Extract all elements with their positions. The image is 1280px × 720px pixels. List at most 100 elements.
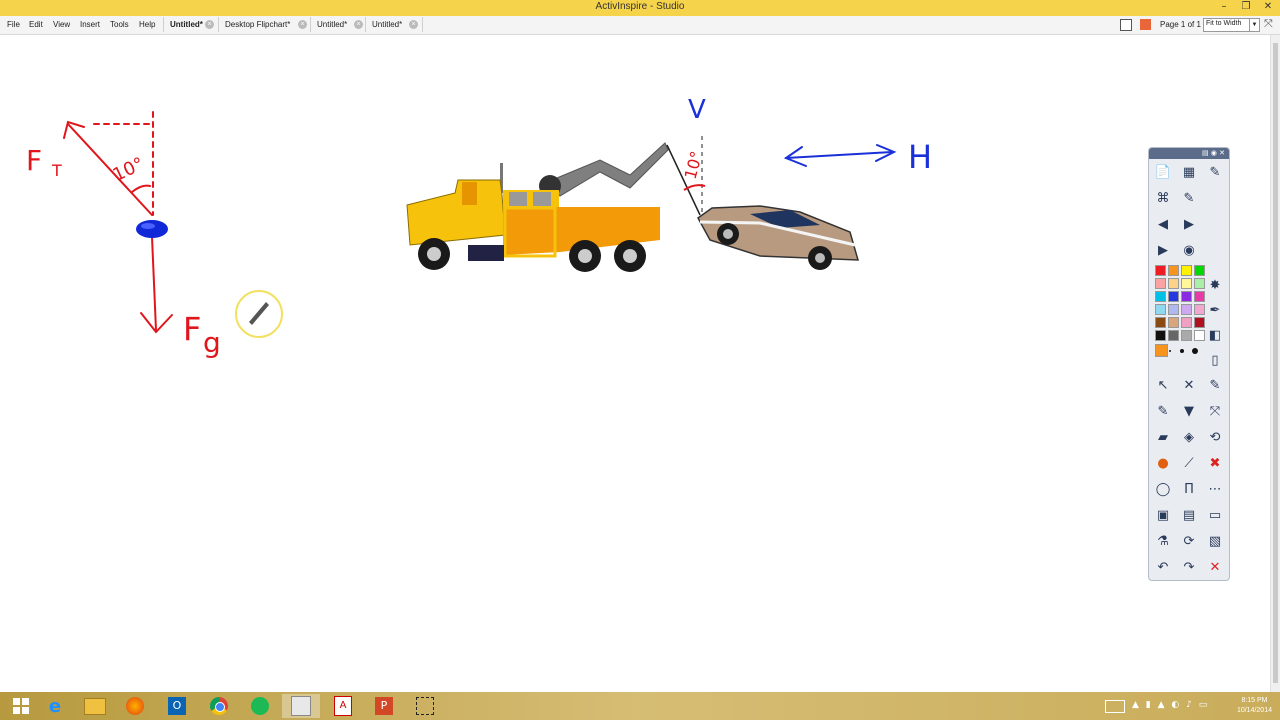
color-swatch[interactable] — [1181, 291, 1192, 302]
color-swatch[interactable] — [1194, 317, 1205, 328]
color-swatch[interactable] — [1181, 317, 1192, 328]
minimize-icon[interactable]: – — [1214, 1, 1234, 12]
fullscreen-icon[interactable]: ⤧ — [1264, 18, 1273, 31]
tab-untitled-3[interactable]: Untitled* × — [365, 17, 423, 32]
pen-icon[interactable]: ✎ — [1154, 402, 1172, 420]
marker-icon[interactable]: ▼ — [1180, 402, 1198, 420]
fill-bucket-icon[interactable]: ◈ — [1180, 428, 1198, 446]
acrobat-icon[interactable]: A — [324, 694, 362, 718]
ie-icon[interactable]: e — [36, 694, 74, 718]
resize-icon[interactable]: ⤧ — [1206, 402, 1224, 420]
page-thumbnail-icon[interactable] — [1140, 19, 1151, 30]
color-swatch[interactable] — [1155, 330, 1166, 341]
camera-icon[interactable]: ▣ — [1154, 506, 1172, 524]
color-picker-icon[interactable]: ✸ — [1206, 276, 1224, 294]
close-icon[interactable]: ✕ — [1258, 1, 1278, 12]
color-swatch[interactable] — [1155, 265, 1166, 276]
page-browser-icon[interactable]: 📄 — [1154, 163, 1172, 181]
menu-help[interactable]: Help — [139, 20, 155, 29]
image-icon[interactable]: ▧ — [1206, 532, 1224, 550]
grid-icon[interactable]: ⋯ — [1206, 480, 1224, 498]
vertical-scrollbar[interactable] — [1270, 35, 1280, 692]
media-icon[interactable]: ▤ — [1180, 506, 1198, 524]
shape-icon[interactable]: ◯ — [1154, 480, 1172, 498]
menu-tools[interactable]: Tools — [110, 20, 129, 29]
color-swatch[interactable] — [1194, 291, 1205, 302]
color-swatch[interactable] — [1181, 278, 1192, 289]
undo-icon[interactable]: ↶ — [1154, 558, 1172, 576]
restore-icon[interactable]: ❐ — [1236, 1, 1256, 12]
reset-icon[interactable]: ⟳ — [1180, 532, 1198, 550]
color-swatch[interactable] — [1181, 330, 1192, 341]
menu-view[interactable]: View — [53, 20, 70, 29]
redo-icon[interactable]: ↷ — [1180, 558, 1198, 576]
notes-browser-icon[interactable]: ✎ — [1180, 189, 1198, 207]
color-swatch[interactable] — [1168, 304, 1179, 315]
color-swatch[interactable] — [1181, 265, 1192, 276]
menu-edit[interactable]: Edit — [29, 20, 43, 29]
firefox-icon[interactable] — [116, 694, 154, 718]
close-tab-icon[interactable]: × — [354, 20, 363, 29]
pen-width-dot-small[interactable] — [1169, 350, 1171, 352]
next-page-icon[interactable]: ▶ — [1180, 215, 1198, 233]
color-swatch[interactable] — [1194, 330, 1205, 341]
current-color-swatch[interactable] — [1155, 344, 1168, 357]
color-swatch[interactable] — [1155, 317, 1166, 328]
properties-browser-icon[interactable]: ✎ — [1206, 163, 1224, 181]
keyboard-icon[interactable] — [1105, 700, 1125, 713]
snipping-tool-icon[interactable] — [406, 694, 444, 718]
text-icon[interactable]: Π — [1180, 480, 1198, 498]
highlighter-tool-icon[interactable]: ✎ — [1206, 376, 1224, 394]
page-browser-icon[interactable] — [1120, 19, 1132, 31]
toolbox-controls-icon[interactable]: ▤ ◉ ✕ — [1202, 149, 1225, 157]
tray-icons[interactable]: ▲ ▮ ▲ ◐ ♪ ▭ — [1132, 700, 1209, 710]
color-swatch[interactable] — [1168, 291, 1179, 302]
tab-untitled-2[interactable]: Untitled* × — [310, 17, 367, 32]
menu-insert[interactable]: Insert — [80, 20, 100, 29]
color-swatch[interactable] — [1155, 278, 1166, 289]
menu-file[interactable]: File — [7, 20, 20, 29]
paste-icon[interactable]: ▭ — [1206, 506, 1224, 524]
color-swatch[interactable] — [1155, 291, 1166, 302]
delete-red-icon[interactable]: ✖ — [1206, 454, 1224, 472]
color-swatch[interactable] — [1168, 317, 1179, 328]
close-tab-icon[interactable]: × — [205, 20, 214, 29]
color-swatch[interactable] — [1194, 278, 1205, 289]
outlook-icon[interactable]: O — [158, 694, 196, 718]
scroll-thumb[interactable] — [1273, 43, 1278, 683]
close-tab-icon[interactable]: × — [298, 20, 307, 29]
resource-browser-icon[interactable]: ▦ — [1180, 163, 1198, 181]
play-icon[interactable]: ▶ — [1154, 241, 1172, 259]
zoom-select[interactable]: Fit to Width ▼ — [1203, 18, 1260, 32]
color-swatch[interactable] — [1194, 265, 1205, 276]
pen-width-dot-medium[interactable] — [1180, 349, 1184, 353]
fill-icon[interactable]: ◧ — [1206, 326, 1224, 344]
flask-icon[interactable]: ⚗ — [1154, 532, 1172, 550]
clipboard-icon[interactable]: ▯ — [1206, 351, 1224, 369]
file-explorer-icon[interactable] — [76, 694, 114, 718]
magic-ink-icon[interactable]: ● — [1154, 454, 1172, 472]
tools-icon[interactable]: ✕ — [1180, 376, 1198, 394]
select-icon[interactable]: ↖ — [1154, 376, 1172, 394]
color-swatch[interactable] — [1194, 304, 1205, 315]
system-clock[interactable]: 8:15 PM 10/14/2014 — [1237, 696, 1272, 716]
color-swatch[interactable] — [1168, 265, 1179, 276]
pen-width-icon[interactable]: ✒ — [1206, 301, 1224, 319]
pen-width-dot-large[interactable] — [1192, 348, 1198, 354]
close-x-icon[interactable]: ✕ — [1206, 558, 1224, 576]
activinspire-icon[interactable] — [282, 694, 320, 718]
previous-page-icon[interactable]: ◀ — [1154, 215, 1172, 233]
tab-untitled-1[interactable]: Untitled* × — [163, 17, 218, 32]
toolbox-header[interactable]: ▤ ◉ ✕ — [1149, 148, 1229, 159]
color-swatch[interactable] — [1168, 330, 1179, 341]
chrome-icon[interactable] — [200, 694, 238, 718]
color-swatch[interactable] — [1155, 304, 1166, 315]
powerpoint-icon[interactable]: P — [365, 694, 403, 718]
tab-desktop-flipchart[interactable]: Desktop Flipchart* × — [218, 17, 311, 32]
start-button[interactable] — [2, 694, 40, 718]
eraser-icon[interactable]: ▰ — [1154, 428, 1172, 446]
connector-icon[interactable]: ⟋ — [1180, 454, 1198, 472]
color-swatch[interactable] — [1168, 278, 1179, 289]
restore-icon[interactable]: ⟲ — [1206, 428, 1224, 446]
color-swatch[interactable] — [1181, 304, 1192, 315]
